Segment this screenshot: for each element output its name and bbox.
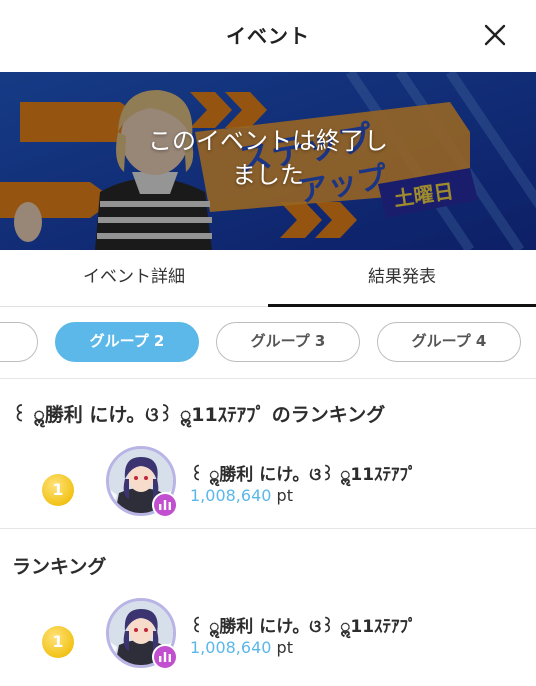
live-bars-icon [152,644,178,670]
divider [0,528,536,529]
event-ended-text: このイベントは終了し ました [148,127,388,189]
points-unit: pt [276,486,293,505]
close-icon[interactable] [480,20,510,50]
rank-medal-icon: 1 [42,626,74,658]
group-selector: グループ 2 グループ 3 グループ 4 [0,306,536,378]
points-value: 1,008,640 [190,638,272,657]
page-title: イベント [226,24,310,48]
user-name: ꒰ ॢ勝利 にけ。ଓ꒱ ॢ11ｽﾃｱﾌﾟ [190,617,417,637]
group-pill-2[interactable]: グループ 2 [55,322,199,362]
points-unit: pt [276,638,293,657]
group-pill-3[interactable]: グループ 3 [216,322,360,362]
group-ranking-title: ꒰ ॢ勝利 にけ。ଓ꒱ ॢ11ｽﾃｱﾌﾟ のランキング [12,404,386,426]
rank-medal-icon: 1 [42,474,74,506]
ranking-row[interactable]: 1 ꒰ ॢ勝利 にけ。ଓ꒱ ॢ11ｽﾃｱﾌﾟ 1,008,640 pt [0,596,536,686]
group-pill-4[interactable]: グループ 4 [377,322,521,362]
event-banner: ステップ アップ 土曜日 このイベントは終了し ました [0,72,536,250]
tab-bar: イベント詳細 結果発表 [0,250,536,307]
live-bars-icon [152,492,178,518]
user-name: ꒰ ॢ勝利 にけ。ଓ꒱ ॢ11ｽﾃｱﾌﾟ [190,465,417,485]
ranking-row[interactable]: 1 ꒰ ॢ勝利 にけ。ଓ꒱ ॢ11ｽﾃｱﾌﾟ 1,008,640 pt [0,444,536,534]
event-ended-message: このイベントは終了し ました [118,124,418,192]
tab-results[interactable]: 結果発表 [268,250,536,307]
divider [0,378,536,379]
avatar[interactable] [106,446,178,518]
user-points: 1,008,640 pt [190,486,293,505]
header: イベント [0,0,536,72]
tab-event-details[interactable]: イベント詳細 [0,250,268,306]
overall-ranking-title: ランキング [12,556,107,578]
avatar[interactable] [106,598,178,670]
group-pill-1[interactable] [0,322,38,362]
points-value: 1,008,640 [190,486,272,505]
user-points: 1,008,640 pt [190,638,293,657]
